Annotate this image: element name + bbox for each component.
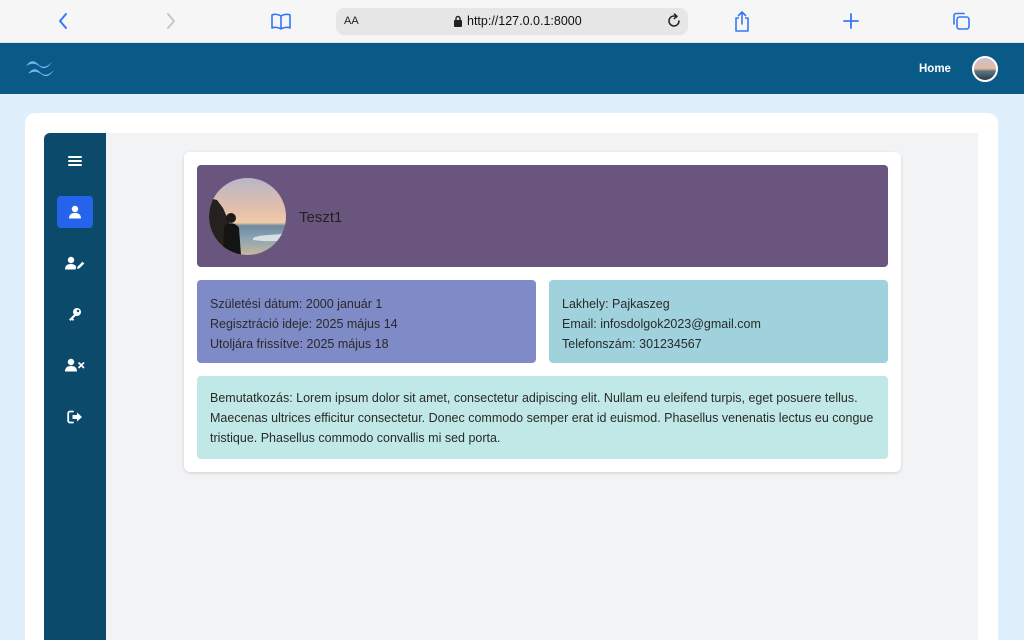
text-size-button[interactable]: AA [344, 15, 359, 27]
back-button[interactable] [49, 8, 77, 34]
new-tab-button[interactable] [837, 8, 865, 34]
dates-box: Születési dátum: 2000 január 1 Regisztrá… [197, 280, 536, 363]
registration-date-text: Regisztráció ideje: 2025 május 14 [210, 317, 398, 331]
profile-username: Teszt1 [299, 209, 343, 226]
user-remove-icon [65, 358, 85, 372]
logout-icon [67, 410, 82, 424]
book-icon [271, 13, 291, 30]
sidebar-item-profile[interactable] [57, 196, 93, 228]
sidebar-item-change-password[interactable] [57, 298, 93, 330]
share-icon [735, 11, 749, 32]
key-icon [69, 308, 81, 321]
bio-box: Bemutatkozás: Lorem ipsum dolor sit amet… [197, 376, 888, 459]
sidebar-item-edit-profile[interactable] [57, 247, 93, 279]
browser-toolbar: AA http://127.0.0.1:8000 [0, 0, 1024, 43]
reload-icon[interactable] [666, 13, 682, 29]
tailwind-logo-icon[interactable] [24, 58, 56, 78]
share-button[interactable] [728, 8, 756, 34]
user-edit-icon [65, 256, 85, 270]
last-updated-text: Utoljára frissítve: 2025 május 18 [210, 337, 389, 351]
tabs-overview-button[interactable] [947, 8, 975, 34]
hamburger-icon [68, 156, 82, 166]
home-link[interactable]: Home [919, 63, 951, 75]
app-header: Home [0, 43, 1024, 94]
profile-avatar [209, 178, 286, 255]
user-avatar[interactable] [972, 56, 998, 82]
birth-date-text: Születési dátum: 2000 január 1 [210, 297, 383, 311]
sidebar-item-logout[interactable] [57, 401, 93, 433]
address-bar[interactable]: AA http://127.0.0.1:8000 [336, 8, 688, 35]
forward-button[interactable] [157, 8, 185, 34]
bio-text: Bemutatkozás: Lorem ipsum dolor sit amet… [210, 391, 874, 445]
location-text: Lakhely: Pajkaszeg [562, 297, 670, 311]
chevron-right-icon [167, 13, 175, 29]
user-icon [69, 205, 81, 219]
bookmarks-button[interactable] [267, 8, 295, 34]
sidebar-item-delete-account[interactable] [57, 349, 93, 381]
contact-box: Lakhely: Pajkaszeg Email: infosdolgok202… [549, 280, 888, 363]
sidebar [44, 133, 106, 640]
lock-icon [454, 15, 462, 27]
url-text: http://127.0.0.1:8000 [467, 14, 582, 28]
chevron-left-icon [59, 13, 67, 29]
tabs-icon [953, 12, 970, 30]
sidebar-item-menu[interactable] [57, 145, 93, 177]
plus-icon [843, 13, 859, 29]
phone-text: Telefonszám: 301234567 [562, 337, 702, 351]
email-text: Email: infosdolgok2023@gmail.com [562, 317, 761, 331]
